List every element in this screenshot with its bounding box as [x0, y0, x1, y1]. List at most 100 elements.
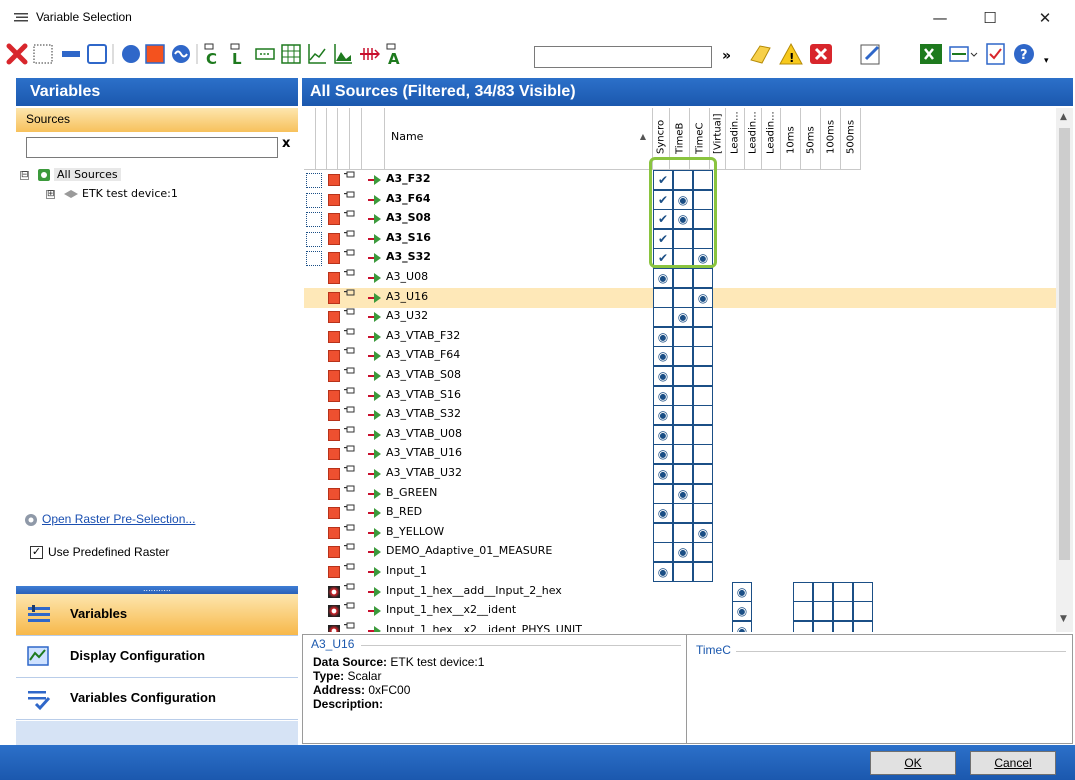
name-column-header[interactable]: Name ▲ [385, 108, 653, 170]
raster-cell[interactable] [693, 464, 713, 484]
panel-splitter[interactable]: ........... [16, 585, 298, 594]
rate-column-header[interactable]: 50ms [801, 108, 821, 170]
scroll-up-icon[interactable]: ▲ [1060, 112, 1067, 122]
checklist-icon[interactable] [984, 40, 1008, 68]
table-row[interactable]: A3_VTAB_U08 ◉ [304, 424, 1056, 445]
table-row[interactable]: A3_U16 ◉ [304, 287, 1056, 308]
table-row[interactable]: A3_U32 ◉ [304, 307, 1056, 328]
filter-axis-icon[interactable] [358, 40, 380, 68]
raster-cell[interactable] [673, 326, 693, 347]
circle-icon[interactable] [120, 40, 142, 68]
ok-button[interactable]: OK [870, 751, 956, 775]
raster-cell[interactable] [693, 307, 713, 328]
raster-cell[interactable]: ◉ [673, 307, 693, 328]
raster-cell[interactable] [853, 581, 873, 602]
table-row[interactable]: B_GREEN ◉ [304, 483, 1056, 504]
tree-item-all-sources[interactable]: ⊟ All Sources [20, 168, 121, 184]
raster-cell[interactable] [653, 287, 673, 308]
excel-icon[interactable] [918, 40, 944, 68]
square-red-icon[interactable] [144, 40, 166, 68]
scroll-down-icon[interactable]: ▼ [1060, 614, 1067, 624]
nav-variables[interactable]: Variables [16, 594, 298, 636]
raster-cell[interactable]: ◉ [673, 483, 693, 504]
close-button[interactable]: ✕ [1022, 4, 1068, 32]
rate-column-header[interactable]: Leadin... [762, 108, 781, 170]
filter-l-icon[interactable]: L [228, 40, 250, 68]
raster-cell[interactable] [693, 542, 713, 563]
raster-cell[interactable] [793, 601, 813, 622]
raster-cell[interactable]: ◉ [653, 346, 673, 367]
raster-cell[interactable] [693, 483, 713, 504]
table-row[interactable]: B_YELLOW ◉ [304, 522, 1056, 543]
delete-icon[interactable] [6, 40, 28, 68]
table-row[interactable]: A3_VTAB_F64 ◉ [304, 346, 1056, 367]
table-row[interactable]: DEMO_Adaptive_01_MEASURE ◉ [304, 542, 1056, 563]
raster-cell[interactable] [673, 522, 693, 543]
raster-cell[interactable] [673, 503, 693, 524]
raster-cell[interactable] [673, 287, 693, 308]
raster-cell[interactable]: ◉ [653, 366, 673, 386]
table-row[interactable]: A3_VTAB_S08 ◉ [304, 366, 1056, 386]
raster-cell[interactable] [673, 562, 693, 582]
table-row[interactable]: A3_VTAB_S32 ◉ [304, 405, 1056, 426]
table-row[interactable]: A3_VTAB_U16 ◉ [304, 444, 1056, 465]
raster-cell[interactable] [693, 385, 713, 406]
raster-cell[interactable] [653, 542, 673, 563]
clear-filter-button[interactable]: x [282, 136, 290, 151]
raster-cell[interactable] [653, 522, 673, 543]
vertical-scrollbar[interactable]: ▲ ▼ [1056, 108, 1073, 632]
help-icon[interactable]: ? [1012, 40, 1036, 68]
raster-cell[interactable]: ◉ [653, 405, 673, 426]
raster-cell[interactable] [693, 326, 713, 347]
minimize-button[interactable]: — [917, 4, 963, 32]
filter-map-icon[interactable] [332, 40, 354, 68]
raster-cell[interactable] [693, 424, 713, 445]
raster-cell[interactable] [673, 405, 693, 426]
raster-cell[interactable]: ◉ [732, 601, 752, 622]
rate-column-header[interactable]: 500ms [841, 108, 861, 170]
raster-cell[interactable] [653, 307, 673, 328]
table-row[interactable]: Input_1_hex__x2__ident_PHYS_UNIT ◉ [304, 620, 1056, 632]
toolbar-options-icon[interactable]: ▾ [1044, 56, 1049, 66]
cancel-button[interactable]: Cancel [970, 751, 1056, 775]
raster-cell[interactable] [693, 346, 713, 367]
raster-cell[interactable] [693, 503, 713, 524]
raster-cell[interactable] [793, 620, 813, 632]
selection-frame-icon[interactable] [306, 173, 322, 188]
toolbar-search-input[interactable] [534, 46, 712, 68]
raster-cell[interactable] [673, 385, 693, 406]
raster-cell[interactable] [833, 620, 853, 632]
wave-icon[interactable] [170, 40, 192, 68]
raster-cell[interactable]: ◉ [732, 620, 752, 632]
toolbar-overflow-button[interactable]: » [722, 48, 731, 68]
table-row[interactable]: Input_1 ◉ [304, 562, 1056, 582]
select-dotted-icon[interactable] [32, 40, 54, 68]
raster-cell[interactable]: ◉ [653, 268, 673, 288]
raster-cell[interactable] [653, 483, 673, 504]
raster-cell[interactable] [853, 620, 873, 632]
collapse-icon[interactable]: ⊟ [20, 170, 29, 180]
source-filter-input[interactable] [26, 137, 278, 158]
raster-cell[interactable] [813, 620, 833, 632]
table-row[interactable]: Input_1_hex__add__Input_2_hex ◉ [304, 581, 1056, 602]
filter-matrix-icon[interactable] [280, 40, 302, 68]
raster-cell[interactable] [693, 562, 713, 582]
raster-cell[interactable] [813, 581, 833, 602]
raster-cell[interactable] [833, 601, 853, 622]
raster-cell[interactable] [853, 601, 873, 622]
raster-cell[interactable]: ◉ [653, 464, 673, 484]
table-row[interactable]: A3_VTAB_U32 ◉ [304, 464, 1056, 484]
edit-icon[interactable] [858, 40, 884, 68]
scroll-thumb[interactable] [1059, 128, 1070, 560]
rate-column-header[interactable]: 100ms [821, 108, 841, 170]
raster-cell[interactable] [693, 405, 713, 426]
raster-preselection-text[interactable]: Open Raster Pre-Selection... [42, 512, 195, 526]
selection-frame-icon[interactable] [306, 192, 322, 208]
table-row[interactable]: B_RED ◉ [304, 503, 1056, 524]
raster-cell[interactable] [693, 268, 713, 288]
raster-cell[interactable]: ◉ [653, 444, 673, 465]
raster-cell[interactable]: ◉ [732, 581, 752, 602]
raster-cell[interactable] [673, 424, 693, 445]
table-row[interactable]: A3_VTAB_F32 ◉ [304, 326, 1056, 347]
tree-item-etk-device[interactable]: ⊞ ETK test device:1 [46, 187, 178, 203]
